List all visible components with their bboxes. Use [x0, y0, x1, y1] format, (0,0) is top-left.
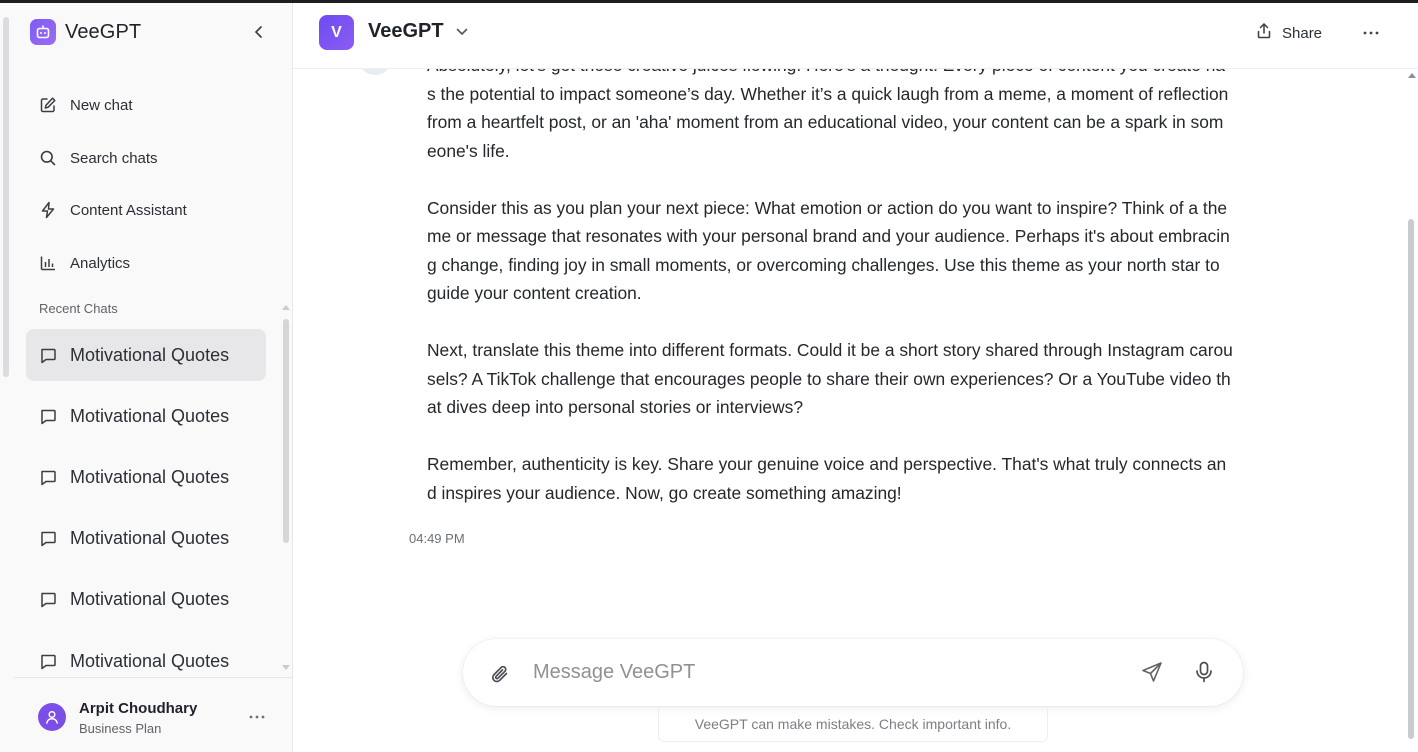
user-plan: Business Plan	[79, 721, 162, 736]
user-avatar-icon	[38, 703, 66, 731]
recent-chats-scrollbar[interactable]	[283, 319, 289, 543]
assistant-avatar	[360, 69, 390, 75]
recent-chat-title: Motivational Quotes	[70, 588, 230, 609]
model-badge[interactable]: V	[319, 15, 354, 50]
microphone-icon[interactable]	[1191, 659, 1217, 685]
bar-chart-icon	[38, 253, 58, 273]
nav-analytics[interactable]: Analytics	[26, 243, 266, 283]
sidebar: VeeGPT New chat Search chats Content Ass…	[0, 3, 293, 752]
chat-bubble-icon	[38, 651, 58, 671]
chat-bubble-icon	[38, 467, 58, 487]
share-button[interactable]: Share	[1255, 20, 1322, 46]
recent-chat-title: Motivational Quotes	[70, 650, 230, 671]
chat-bubble-icon	[38, 406, 58, 426]
nav-new-chat[interactable]: New chat	[26, 85, 266, 125]
search-icon	[38, 148, 58, 168]
conversation-scrollbar[interactable]	[1405, 3, 1418, 752]
nav-label: Content Assistant	[70, 201, 187, 219]
user-profile[interactable]: Arpit Choudhary Business Plan	[14, 677, 292, 752]
recent-chat-item[interactable]: Motivational Quotes	[26, 451, 266, 503]
share-label: Share	[1282, 24, 1323, 42]
model-selector[interactable]: VeeGPT	[368, 20, 444, 43]
nav-label: Search chats	[70, 149, 158, 167]
recent-chat-item[interactable]: Motivational Quotes	[26, 573, 266, 625]
more-options-icon[interactable]	[1361, 23, 1381, 43]
nav-label: Analytics	[70, 254, 131, 272]
new-chat-icon	[38, 95, 58, 115]
recent-scroll-down-arrow-icon[interactable]	[282, 665, 290, 670]
scroll-up-arrow-icon[interactable]	[1408, 73, 1416, 78]
sidebar-header: VeeGPT	[30, 17, 141, 47]
message-paragraph: Consider this as you plan your next piec…	[427, 197, 1230, 304]
user-more-options-icon[interactable]	[248, 708, 266, 726]
top-bar: V VeeGPT Share	[293, 3, 1418, 69]
recent-chat-title: Motivational Quotes	[70, 466, 230, 487]
robot-logo-icon	[30, 19, 56, 45]
recent-chat-title: Motivational Quotes	[70, 527, 230, 548]
assistant-message: Absolutely, let's get those creative jui…	[427, 69, 1233, 536]
recent-chat-item[interactable]: Motivational Quotes	[26, 390, 266, 442]
recent-chat-item[interactable]: Motivational Quotes	[26, 329, 266, 381]
message-paragraph: Absolutely, let's get those creative jui…	[427, 69, 1229, 161]
send-icon[interactable]	[1139, 659, 1165, 685]
recent-chat-item[interactable]: Motivational Quotes	[26, 512, 266, 564]
message-composer	[463, 639, 1243, 706]
user-name: Arpit Choudhary	[79, 700, 198, 717]
main-panel: V VeeGPT Share Absolutely, let's get tho…	[293, 3, 1418, 752]
app-name: VeeGPT	[65, 20, 142, 43]
recent-chat-title: Motivational Quotes	[70, 344, 230, 365]
nav-label: New chat	[70, 96, 133, 114]
recent-chat-title: Motivational Quotes	[70, 405, 230, 426]
share-icon	[1255, 22, 1273, 45]
nav-search-chats[interactable]: Search chats	[26, 138, 266, 178]
chevron-down-icon[interactable]	[454, 24, 470, 40]
chat-bubble-icon	[38, 345, 58, 365]
recent-scroll-up-arrow-icon[interactable]	[282, 305, 290, 310]
chat-bubble-icon	[38, 589, 58, 609]
message-input[interactable]	[533, 656, 1113, 688]
message-timestamp: 04:49 PM	[409, 531, 465, 546]
collapse-sidebar-chevron-left-icon[interactable]	[250, 23, 268, 41]
recent-chats-heading: Recent Chats	[39, 301, 118, 316]
bolt-icon	[38, 200, 58, 220]
recent-chat-item[interactable]: Motivational Quotes	[26, 635, 266, 673]
message-paragraph: Remember, authenticity is key. Share you…	[427, 454, 1227, 503]
message-paragraph: Next, translate this theme into differen…	[427, 340, 1233, 417]
nav-content-assistant[interactable]: Content Assistant	[26, 190, 266, 230]
chat-bubble-icon	[38, 528, 58, 548]
scrollbar-thumb[interactable]	[1408, 219, 1414, 739]
disclaimer-text: VeeGPT can make mistakes. Check importan…	[658, 706, 1048, 742]
paperclip-icon[interactable]	[487, 661, 513, 687]
recent-chats-list: Motivational Quotes Motivational Quotes …	[0, 323, 292, 673]
